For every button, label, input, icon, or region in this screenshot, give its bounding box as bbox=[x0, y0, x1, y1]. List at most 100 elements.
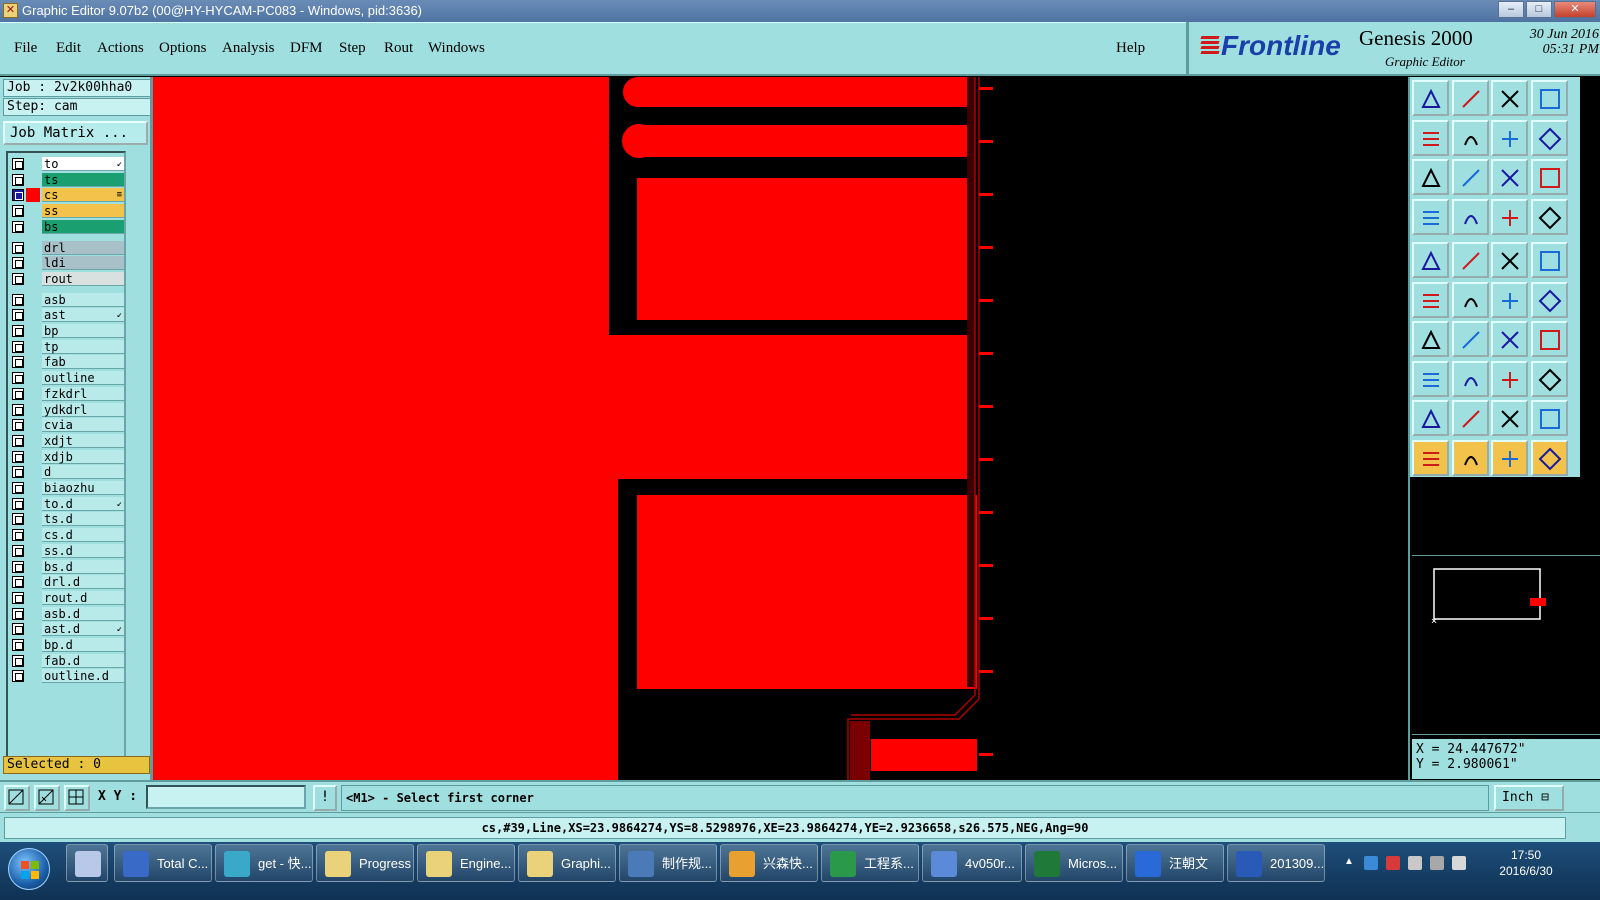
layer-row-asb[interactable]: asb bbox=[10, 292, 124, 307]
layer-checkbox[interactable] bbox=[12, 654, 24, 667]
graphic-canvas[interactable] bbox=[153, 77, 1408, 780]
tool-arc-button[interactable] bbox=[1491, 321, 1528, 357]
layer-checkbox[interactable] bbox=[12, 450, 24, 463]
tool-split-view-button[interactable] bbox=[1530, 80, 1568, 116]
layer-display-swatch[interactable] bbox=[26, 272, 40, 286]
layer-name[interactable]: bp bbox=[42, 324, 124, 338]
layer-display-swatch[interactable] bbox=[26, 371, 40, 385]
close-button[interactable]: ✕ bbox=[1554, 1, 1596, 18]
tool-text-button[interactable] bbox=[1530, 321, 1568, 357]
layer-display-swatch[interactable] bbox=[26, 607, 40, 621]
layer-name[interactable]: ast.d bbox=[42, 622, 124, 637]
tray-expand-icon[interactable]: ▲ bbox=[1344, 856, 1358, 870]
tool-snapshot-button[interactable] bbox=[1451, 80, 1489, 116]
layer-name[interactable]: outline.d bbox=[42, 669, 124, 684]
layer-row-outline-d[interactable]: outline.d bbox=[10, 669, 124, 684]
tool-connect-button[interactable] bbox=[1412, 281, 1449, 318]
menu-edit[interactable]: Edit bbox=[56, 40, 81, 57]
layer-row-bp-d[interactable]: bp.d bbox=[10, 638, 124, 652]
menu-help[interactable]: Help bbox=[1116, 40, 1145, 57]
layer-checkbox[interactable] bbox=[12, 607, 24, 620]
maximize-button[interactable]: □ bbox=[1526, 1, 1552, 18]
layer-row-bs-d[interactable]: bs.d bbox=[10, 559, 124, 574]
tool-peak-button[interactable] bbox=[1451, 400, 1489, 436]
layer-checkbox[interactable] bbox=[12, 670, 24, 683]
tool-help-button[interactable] bbox=[1530, 159, 1568, 195]
menu-actions[interactable]: Actions bbox=[97, 40, 144, 57]
layer-name[interactable]: fzkdrl bbox=[42, 386, 124, 401]
tool-select-net-button[interactable] bbox=[1530, 439, 1568, 476]
layer-name[interactable]: ss.d bbox=[42, 543, 124, 558]
layer-row-bp[interactable]: bp bbox=[10, 324, 124, 338]
layer-display-swatch[interactable] bbox=[26, 293, 40, 307]
layer-display-swatch[interactable] bbox=[26, 204, 40, 218]
layer-name[interactable]: drl.d bbox=[42, 575, 124, 590]
layer-row-asb-d[interactable]: asb.d bbox=[10, 606, 124, 621]
layer-name[interactable]: asb.d bbox=[42, 606, 124, 621]
taskbar-item[interactable]: 工程系... bbox=[821, 844, 919, 882]
layer-display-swatch[interactable] bbox=[26, 638, 40, 652]
layer-row-cs[interactable]: cs ≡ bbox=[10, 188, 124, 203]
layer-checkbox[interactable] bbox=[12, 513, 24, 526]
layer-checkbox[interactable] bbox=[12, 529, 24, 542]
tool-undo-view-button[interactable] bbox=[1491, 119, 1528, 156]
layer-row-fab[interactable]: fab bbox=[10, 355, 124, 370]
tool-redraw-button[interactable] bbox=[1530, 119, 1568, 156]
layer-row-ast-d[interactable]: ast.d ↙ bbox=[10, 622, 124, 637]
taskbar-item[interactable]: get - 快... bbox=[215, 844, 313, 882]
layer-display-swatch[interactable] bbox=[26, 497, 40, 511]
layer-name[interactable]: cs.d bbox=[42, 528, 124, 543]
layer-name[interactable]: rout bbox=[42, 271, 124, 286]
layer-name[interactable]: ast bbox=[42, 308, 124, 323]
snap-mode-button[interactable] bbox=[4, 785, 30, 811]
menu-dfm[interactable]: DFM bbox=[290, 40, 323, 57]
tool-pan-left-button[interactable] bbox=[1412, 119, 1449, 156]
layer-display-swatch[interactable] bbox=[26, 418, 40, 432]
layer-row-to-d[interactable]: to.d ↙ bbox=[10, 496, 124, 511]
tool-copy-point-button[interactable] bbox=[1530, 281, 1568, 318]
layer-row-rout-d[interactable]: rout.d bbox=[10, 590, 124, 605]
tray-network-icon[interactable] bbox=[1364, 856, 1378, 870]
layer-row-ydkdrl[interactable]: ydkdrl bbox=[10, 402, 124, 417]
tool-grid-view-button[interactable] bbox=[1451, 198, 1489, 235]
layer-display-swatch[interactable] bbox=[26, 256, 40, 270]
layer-name[interactable]: xdjb bbox=[42, 449, 124, 464]
layer-name[interactable]: bs.d bbox=[42, 559, 124, 574]
layer-checkbox[interactable] bbox=[12, 544, 24, 557]
taskbar-item[interactable]: 兴森快... bbox=[720, 844, 818, 882]
tool-measure-button[interactable] bbox=[1491, 360, 1528, 397]
info-button[interactable]: ! bbox=[313, 785, 337, 811]
layer-row-to[interactable]: to ↙ bbox=[10, 157, 124, 171]
layer-name[interactable]: drl bbox=[42, 240, 124, 255]
tool-line-red-button[interactable] bbox=[1412, 321, 1449, 357]
layer-checkbox[interactable] bbox=[12, 482, 24, 494]
tool-polygon-button[interactable] bbox=[1530, 400, 1568, 436]
layer-checkbox[interactable] bbox=[12, 387, 24, 400]
tool-zoom-home-button[interactable] bbox=[1491, 80, 1528, 116]
tool-add-pad-button[interactable] bbox=[1412, 242, 1449, 278]
tool-select-box-button[interactable] bbox=[1451, 439, 1489, 476]
layer-display-swatch[interactable] bbox=[26, 220, 40, 234]
layer-checkbox[interactable] bbox=[12, 340, 24, 353]
taskbar-item[interactable]: 4v050r... bbox=[922, 844, 1022, 882]
layer-name[interactable]: xdjt bbox=[42, 433, 124, 448]
layer-name[interactable]: ts.d bbox=[42, 512, 124, 527]
tool-array-button[interactable] bbox=[1530, 360, 1568, 397]
layer-checkbox[interactable] bbox=[12, 419, 24, 432]
layer-display-swatch[interactable] bbox=[26, 669, 40, 683]
taskbar-item[interactable]: 汪朝文 bbox=[1126, 844, 1224, 882]
layer-row-ldi[interactable]: ldi bbox=[10, 256, 124, 271]
layer-checkbox[interactable] bbox=[12, 325, 24, 337]
layer-checkbox[interactable] bbox=[12, 220, 24, 233]
layer-checkbox[interactable] bbox=[12, 272, 24, 285]
layer-checkbox[interactable] bbox=[12, 497, 24, 510]
tool-layers-red-button[interactable] bbox=[1491, 198, 1528, 235]
layer-row-ts-d[interactable]: ts.d bbox=[10, 512, 124, 527]
layer-row-fab-d[interactable]: fab.d bbox=[10, 653, 124, 668]
xy-input[interactable] bbox=[146, 785, 306, 809]
layer-checkbox[interactable] bbox=[12, 257, 24, 270]
layer-row-xdjb[interactable]: xdjb bbox=[10, 449, 124, 464]
measure-mode-button[interactable] bbox=[34, 785, 60, 811]
tool-select-button[interactable] bbox=[1412, 439, 1449, 476]
layer-row-outline[interactable]: outline bbox=[10, 371, 124, 386]
